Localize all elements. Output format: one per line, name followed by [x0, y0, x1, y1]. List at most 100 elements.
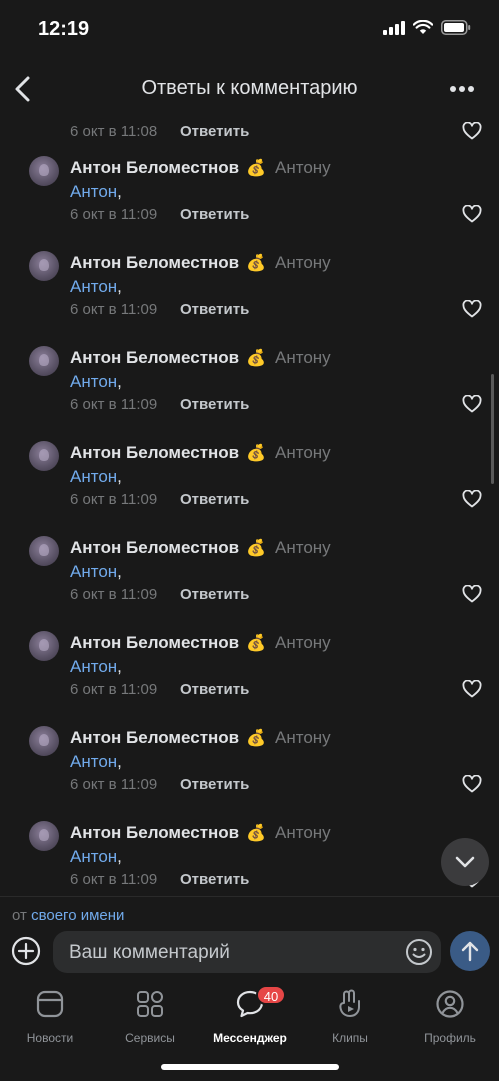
comment-date: 6 окт в 11:09 — [70, 586, 158, 603]
comment-item: Антон Беломестнов 💰 Антону Антон, 6 окт … — [0, 441, 499, 536]
tab-label: Сервисы — [125, 1031, 175, 1045]
comment-text-suffix: , — [117, 182, 122, 201]
plus-circle-icon[interactable] — [11, 936, 41, 966]
comment-date: 6 окт в 11:09 — [70, 491, 158, 508]
tab-messenger[interactable]: 40 Мессенджер — [200, 985, 300, 1049]
page-title: Ответы к комментарию — [141, 77, 358, 99]
from-link[interactable]: своего имени — [31, 907, 124, 924]
comment-item: Антон Беломестнов 💰 Антону Антон, 6 окт … — [0, 536, 499, 631]
author-selector[interactable]: от своего имени — [12, 907, 124, 924]
avatar[interactable] — [29, 536, 59, 566]
comment-item: Антон Беломестнов 💰 Антону Антон, 6 окт … — [0, 346, 499, 441]
avatar[interactable] — [29, 251, 59, 281]
avatar[interactable] — [29, 441, 59, 471]
reply-to[interactable]: Антону — [275, 538, 331, 558]
scroll-down-button[interactable] — [441, 838, 489, 886]
wifi-icon — [413, 20, 433, 34]
mention-link[interactable]: Антон — [70, 752, 117, 771]
from-prefix: от — [12, 907, 27, 924]
reply-button[interactable]: Ответить — [180, 396, 249, 413]
scroll-indicator[interactable] — [491, 374, 494, 484]
reply-to[interactable]: Антону — [275, 443, 331, 463]
services-icon — [137, 991, 163, 1017]
comment-author[interactable]: Антон Беломестнов — [70, 633, 239, 653]
news-icon — [36, 990, 64, 1018]
tab-clips[interactable]: Клипы — [300, 989, 400, 1049]
comment-input[interactable] — [67, 931, 401, 975]
comments-list[interactable]: 6 окт в 11:08 Ответить Антон Беломестнов… — [0, 108, 499, 896]
avatar[interactable] — [29, 346, 59, 376]
reply-button[interactable]: Ответить — [180, 491, 249, 508]
reply-to[interactable]: Антону — [275, 348, 331, 368]
status-bar: 12:19 — [0, 0, 499, 60]
comment-author[interactable]: Антон Беломестнов — [70, 253, 239, 273]
comment-author[interactable]: Антон Беломестнов — [70, 538, 239, 558]
send-button[interactable] — [450, 931, 490, 971]
comment-author[interactable]: Антон Беломестнов — [70, 823, 239, 843]
profile-icon — [436, 990, 464, 1018]
home-indicator[interactable] — [161, 1064, 339, 1070]
reply-button[interactable]: Ответить — [180, 123, 249, 140]
reply-button[interactable]: Ответить — [180, 681, 249, 698]
comment-text-suffix: , — [117, 277, 122, 296]
comment-author[interactable]: Антон Беломестнов — [70, 348, 239, 368]
avatar[interactable] — [29, 631, 59, 661]
reply-button[interactable]: Ответить — [180, 871, 249, 888]
mention-link[interactable]: Антон — [70, 847, 117, 866]
heart-icon[interactable] — [462, 490, 482, 508]
mention-link[interactable]: Антон — [70, 467, 117, 486]
avatar[interactable] — [29, 821, 59, 851]
comment-text-suffix: , — [117, 372, 122, 391]
comment-author[interactable]: Антон Беломестнов — [70, 158, 239, 178]
comment-author[interactable]: Антон Беломестнов — [70, 443, 239, 463]
avatar[interactable] — [29, 726, 59, 756]
heart-icon[interactable] — [462, 775, 482, 793]
reply-button[interactable]: Ответить — [180, 206, 249, 223]
heart-icon[interactable] — [462, 205, 482, 223]
comment-text: Антон, — [70, 277, 122, 297]
header: Ответы к комментарию — [0, 60, 499, 118]
reply-to[interactable]: Антону — [275, 728, 331, 748]
heart-icon[interactable] — [462, 395, 482, 413]
smile-icon[interactable] — [405, 938, 433, 966]
comment-date: 6 окт в 11:09 — [70, 206, 158, 223]
comment-date: 6 окт в 11:08 — [70, 123, 158, 140]
comment-item: Антон Беломестнов 💰 Антону Антон, 6 окт … — [0, 156, 499, 251]
arrow-up-icon — [461, 941, 479, 962]
reply-to[interactable]: Антону — [275, 823, 331, 843]
reply-to[interactable]: Антону — [275, 633, 331, 653]
reply-button[interactable]: Ответить — [180, 586, 249, 603]
reply-button[interactable]: Ответить — [180, 776, 249, 793]
comment-text: Антон, — [70, 752, 122, 772]
author-emoji: 💰 — [246, 160, 266, 177]
reply-to[interactable]: Антону — [275, 253, 331, 273]
tab-label: Профиль — [424, 1031, 476, 1045]
avatar[interactable] — [29, 156, 59, 186]
tab-services[interactable]: Сервисы — [100, 989, 200, 1049]
heart-icon[interactable] — [462, 300, 482, 318]
tab-label: Новости — [26, 1031, 74, 1045]
heart-icon[interactable] — [462, 680, 482, 698]
reply-to[interactable]: Антону — [275, 158, 331, 178]
mention-link[interactable]: Антон — [70, 277, 117, 296]
mention-link[interactable]: Антон — [70, 657, 117, 676]
more-horizontal-icon[interactable] — [449, 80, 475, 98]
mention-link[interactable]: Антон — [70, 562, 117, 581]
comment-date: 6 окт в 11:09 — [70, 396, 158, 413]
tab-news[interactable]: Новости — [0, 989, 100, 1049]
heart-icon[interactable] — [462, 585, 482, 603]
tab-profile[interactable]: Профиль — [400, 989, 499, 1049]
author-emoji: 💰 — [246, 825, 266, 842]
reply-button[interactable]: Ответить — [180, 301, 249, 318]
unread-badge: 40 — [256, 985, 286, 1005]
author-emoji: 💰 — [246, 255, 266, 272]
battery-icon — [441, 20, 471, 35]
comment-author[interactable]: Антон Беломестнов — [70, 728, 239, 748]
heart-icon[interactable] — [462, 122, 482, 140]
author-emoji: 💰 — [246, 635, 266, 652]
comment-date: 6 окт в 11:09 — [70, 301, 158, 318]
mention-link[interactable]: Антон — [70, 182, 117, 201]
comment-item: Антон Беломестнов 💰 Антону Антон, 6 окт … — [0, 821, 499, 896]
author-emoji: 💰 — [246, 350, 266, 367]
mention-link[interactable]: Антон — [70, 372, 117, 391]
